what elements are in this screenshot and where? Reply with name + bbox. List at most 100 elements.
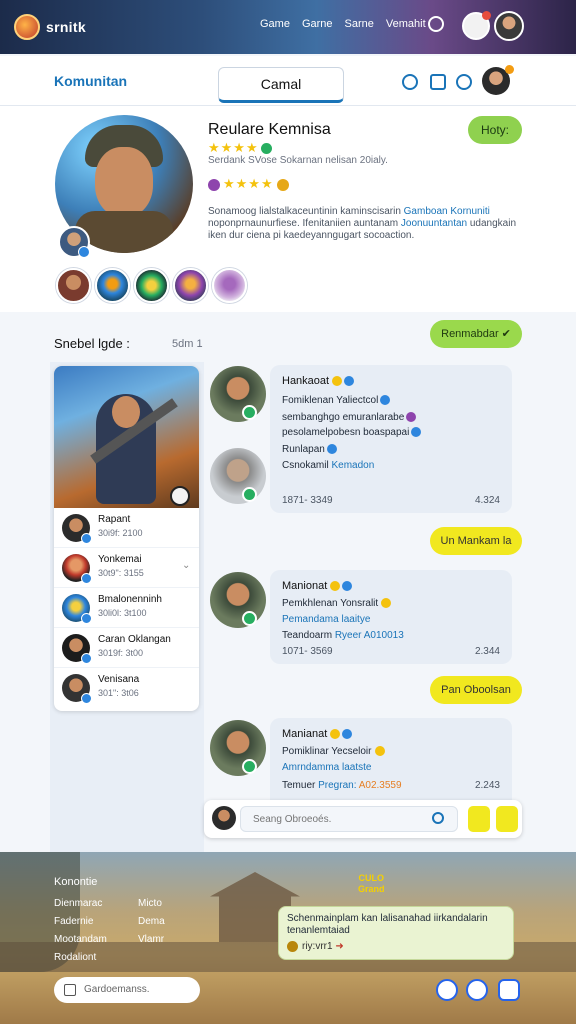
top-banner: srnitk Game Garne Sarne Vemahit [0, 0, 576, 54]
rating-stars: ★★★★ [208, 140, 272, 156]
verified-icon [344, 376, 355, 387]
tab-camal[interactable]: Camal [218, 67, 344, 103]
callout-user-row[interactable]: riy:vrr1 ➜ [287, 941, 344, 952]
friend-avatar[interactable] [212, 268, 247, 303]
emoji-button[interactable] [468, 806, 490, 832]
list-item[interactable]: Venisana 301": 3t06 [54, 668, 199, 708]
message-input-bar [204, 800, 522, 838]
footer-link[interactable]: Dema [138, 916, 165, 927]
notification-icon[interactable] [402, 74, 418, 90]
profile-avatar[interactable] [482, 65, 514, 95]
message-line: pesolamelpobesn boaspapai [282, 427, 422, 438]
friend-avatar[interactable] [56, 268, 91, 303]
message-link[interactable]: Ryeer A010013 [335, 630, 404, 641]
message-title: Manianat [282, 728, 353, 740]
friend-avatar[interactable] [134, 268, 169, 303]
message-score: 2.344 [474, 646, 500, 657]
profile-name: Reulare Kemnisa [208, 121, 331, 138]
player-list: Rapant 30i9f: 2100 Yonkemai 30t9": 3155 … [54, 508, 199, 708]
footer-link[interactable]: Vlamr [138, 934, 164, 945]
coin-icon [287, 941, 298, 952]
gear-icon[interactable] [428, 16, 444, 32]
message-bubble: Hankaoat Fomiklenan Yaliectcol sembanghg… [270, 365, 512, 513]
message-line: Pemkhlenan Yonsralit [282, 598, 392, 609]
friend-avatar[interactable] [95, 268, 130, 303]
hot-button[interactable]: Hoty: [468, 116, 522, 144]
rating-stars-secondary: ★★★★ [208, 176, 289, 192]
avatar [62, 514, 92, 544]
hero-badge-icon[interactable] [170, 486, 190, 506]
user-icon[interactable] [432, 812, 444, 824]
stats-icon[interactable] [462, 11, 491, 40]
timer-icon[interactable] [498, 979, 520, 1001]
arrow-icon: ➜ [335, 941, 344, 953]
journal-link[interactable]: Joonuuntantan [401, 218, 467, 229]
message-line: Pemandama laaitye [282, 614, 371, 625]
player-name: Bmalonenninh [98, 594, 162, 605]
gold-label: CULO Grand [358, 873, 385, 894]
avatar [62, 594, 92, 624]
message-line: Amrndamma laatste [282, 762, 372, 773]
message-line: Temuer Pregran: A02.3559 [282, 780, 402, 791]
section-title: Snebel lgde : [54, 336, 130, 351]
user-avatar[interactable] [494, 11, 524, 41]
player-time: 301": 3t06 [98, 688, 139, 698]
chevron-down-icon[interactable]: ⌄ [182, 560, 190, 571]
logo-icon [14, 14, 40, 40]
top-nav-item-sarne[interactable]: Sarne [345, 18, 374, 30]
message-score: 2.243 [474, 780, 500, 791]
action-pill[interactable]: Un Mankam la [430, 527, 522, 555]
recommend-button[interactable]: Renmabdar ✔ [430, 320, 522, 348]
footer-search-input[interactable]: Gardoemanss. [54, 977, 200, 1003]
profile-mini-avatar[interactable] [58, 226, 90, 258]
callout-card: Schenmainplam kan lalisanahad iirkandala… [278, 906, 514, 960]
action-pill[interactable]: Pan Oboolsan [430, 676, 522, 704]
message-timestamp: 1871- 3349 [282, 495, 333, 506]
footer-link[interactable]: Micto [138, 898, 162, 909]
top-nav-item-garne[interactable]: Garne [302, 18, 333, 30]
list-item[interactable]: Bmalonenninh 30li0l: 3t100 [54, 588, 199, 628]
emoji-icon [332, 376, 343, 387]
message-line: Csnokamil Kemadon [282, 460, 375, 471]
message-avatar[interactable] [210, 572, 266, 628]
list-item[interactable]: Caran Oklangan 3019f: 3t00 [54, 628, 199, 668]
message-input[interactable] [240, 806, 458, 832]
message-avatar[interactable] [210, 720, 266, 776]
list-item[interactable]: Yonkemai 30t9": 3155 ⌄ [54, 548, 199, 588]
message-score: 4.324 [474, 495, 500, 506]
footer-link[interactable]: Mootandam [54, 934, 107, 945]
top-nav-item-vemahit[interactable]: Vemahit [386, 18, 426, 30]
refresh-icon[interactable] [436, 979, 458, 1001]
profile-subtitle: Serdank SVose Sokarnan nelisan 20ialy. [208, 155, 388, 166]
message-avatar[interactable] [210, 448, 266, 504]
list-item[interactable]: Rapant 30i9f: 2100 [54, 508, 199, 548]
brand-name[interactable]: srnitk [46, 19, 86, 35]
page-title[interactable]: Komunitan [54, 73, 127, 89]
message-avatar[interactable] [210, 366, 266, 422]
avatar [62, 634, 92, 664]
search-icon[interactable] [456, 74, 472, 90]
send-button[interactable] [496, 806, 518, 832]
message-link[interactable]: A02.3559 [359, 780, 402, 791]
friend-avatar[interactable] [173, 268, 208, 303]
emoji-icon [330, 729, 341, 740]
message-line: Runlapan [282, 444, 337, 455]
footer-link[interactable]: Fadernie [54, 916, 93, 927]
avatar [62, 554, 92, 584]
community-link[interactable]: Gamboan Kornuniti [404, 206, 490, 217]
verified-icon [342, 581, 353, 592]
callout-text: Schenmainplam kan lalisanahad iirkandala… [287, 913, 488, 936]
footer-heading: Konontie [54, 876, 98, 888]
emoji-icon [381, 598, 392, 609]
badge-icon [406, 412, 417, 423]
player-name: Yonkemai [98, 554, 142, 565]
player-time: 30li0l: 3t100 [98, 608, 147, 618]
like-icon[interactable] [430, 74, 446, 90]
message-title: Manionat [282, 580, 353, 592]
info-icon [326, 444, 337, 455]
top-nav-item-game[interactable]: Game [260, 18, 290, 30]
message-link[interactable]: Kemadon [331, 460, 374, 471]
footer-link[interactable]: Rodaliont [54, 952, 96, 963]
footer-link[interactable]: Dienmarac [54, 898, 102, 909]
circle-icon[interactable] [466, 979, 488, 1001]
